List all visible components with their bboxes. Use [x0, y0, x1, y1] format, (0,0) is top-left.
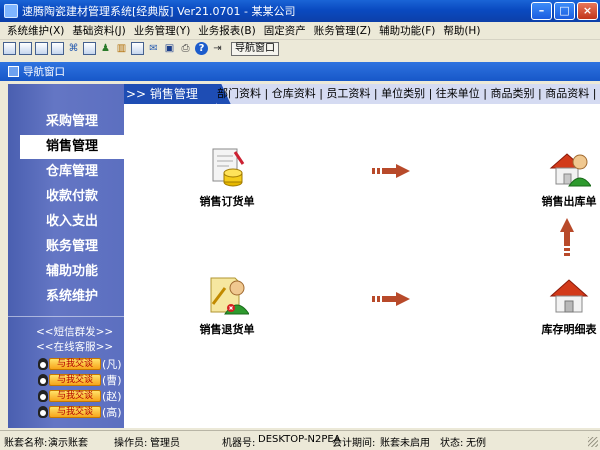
status-operator-value: 管理员	[150, 438, 180, 449]
qq-penguin-icon	[38, 390, 48, 402]
status-bar: 账套名称: 演示账套 操作员: 管理员 机器号: DESKTOP-N2PEA 会…	[0, 430, 600, 450]
sales-order-module[interactable]: 销售订货单	[182, 146, 272, 209]
chart-icon[interactable]: ▥	[115, 42, 128, 55]
sales-outbound-icon	[549, 153, 592, 187]
inventory-detail-module[interactable]: 库存明细表	[524, 274, 600, 337]
card-icon[interactable]	[131, 42, 144, 55]
qq-contact-name: (凡)	[102, 358, 122, 371]
warehouse-icon	[549, 279, 589, 313]
sidebar-item-accounts[interactable]: 账务管理	[20, 235, 124, 259]
print-icon[interactable]: ⎙	[179, 42, 192, 55]
title-bar: 速腾陶瓷建材管理系统[经典版] Ver21.0701 - 某某公司 – □ ×	[0, 0, 600, 22]
qq-contact-name: (曹)	[102, 374, 122, 387]
status-state-label: 状态:	[440, 438, 464, 449]
status-period-label: 会计期间:	[332, 438, 376, 449]
tree-icon[interactable]: ⌘	[67, 42, 80, 55]
sidebar-item-income-expense[interactable]: 收入支出	[20, 210, 124, 234]
sidebar-item-sales[interactable]: 销售管理	[20, 135, 124, 159]
menu-help[interactable]: 帮助(H)	[439, 23, 484, 38]
menu-basic-data[interactable]: 基础资料(J)	[68, 23, 129, 38]
qq-contact: 与我交谈 (高)	[38, 404, 122, 420]
qq-chat-button[interactable]: 与我交谈	[49, 358, 101, 370]
qq-chat-button[interactable]: 与我交谈	[49, 374, 101, 386]
resize-grip-icon[interactable]	[588, 437, 598, 447]
status-machine-label: 机器号:	[222, 438, 256, 449]
section-title: >> 销售管理	[124, 84, 216, 104]
qq-contact: 与我交谈 (曹)	[38, 372, 122, 388]
nav-window-titlebar: 导航窗口	[0, 62, 600, 81]
sidebar-item-auxiliary[interactable]: 辅助功能	[20, 260, 124, 284]
close-button[interactable]: ×	[577, 2, 598, 20]
qq-penguin-icon	[38, 358, 48, 370]
arrow-right-icon	[372, 292, 410, 306]
content-panel: >> 销售管理 部门资料 | 仓库资料 | 员工资料 | 单位类别 | 往来单位…	[124, 84, 600, 428]
document-icon[interactable]	[35, 42, 48, 55]
sales-order-icon	[212, 148, 245, 187]
list-icon[interactable]	[19, 42, 32, 55]
status-state-value: 无例	[466, 438, 486, 449]
qq-contact: 与我交谈 (赵)	[38, 388, 122, 404]
qq-chat-button[interactable]: 与我交谈	[49, 406, 101, 418]
sidebar-item-payments[interactable]: 收款付款	[20, 185, 124, 209]
menu-bar: 系统维护(X) 基础资料(J) 业务管理(Y) 业务报表(B) 固定资产 账务管…	[0, 22, 600, 40]
section-header: >> 销售管理 部门资料 | 仓库资料 | 员工资料 | 单位类别 | 往来单位…	[124, 84, 600, 104]
sms-link[interactable]: <<短信群发>>	[36, 324, 113, 339]
maximize-button[interactable]: □	[554, 2, 575, 20]
qq-penguin-icon	[38, 374, 48, 386]
window-icon[interactable]	[3, 42, 16, 55]
arrow-up-icon	[560, 218, 574, 256]
status-account-label: 账套名称:	[4, 438, 48, 449]
user-icon[interactable]: ♟	[99, 42, 112, 55]
minimize-button[interactable]: –	[531, 2, 552, 20]
sales-outbound-label: 销售出库单	[541, 195, 597, 208]
sidebar-divider	[8, 316, 124, 317]
status-period-value: 账套未启用	[380, 438, 430, 449]
sidebar-item-purchase[interactable]: 采购管理	[20, 110, 124, 134]
sales-return-label: 销售退货单	[199, 323, 255, 336]
qq-contact-name: (赵)	[102, 390, 122, 403]
menu-fixed-assets[interactable]: 固定资产	[260, 23, 310, 38]
qq-penguin-icon	[38, 406, 48, 418]
menu-system[interactable]: 系统维护(X)	[3, 23, 68, 38]
qq-contact: 与我交谈 (凡)	[38, 356, 122, 372]
window-title: 速腾陶瓷建材管理系统[经典版] Ver21.0701 - 某某公司	[22, 5, 296, 18]
menu-reports[interactable]: 业务报表(B)	[194, 23, 259, 38]
mail-icon[interactable]: ✉	[147, 42, 160, 55]
inventory-detail-label: 库存明细表	[541, 323, 597, 336]
customer-service-link[interactable]: <<在线客服>>	[36, 339, 113, 354]
app-icon	[4, 4, 18, 18]
nav-window-button[interactable]: 导航窗口	[231, 41, 279, 56]
exit-icon[interactable]: ⇥	[211, 42, 224, 55]
sales-order-label: 销售订货单	[199, 195, 255, 208]
report-icon[interactable]	[83, 42, 96, 55]
status-machine-value: DESKTOP-N2PEA	[258, 434, 341, 445]
menu-accounts[interactable]: 账务管理(Z)	[310, 23, 375, 38]
menu-business[interactable]: 业务管理(Y)	[130, 23, 195, 38]
help-icon[interactable]: ?	[195, 42, 208, 55]
sales-return-module[interactable]: 销售退货单	[182, 274, 272, 337]
quick-links[interactable]: 部门资料 | 仓库资料 | 员工资料 | 单位类别 | 往来单位 | 商品类别 …	[217, 84, 600, 104]
sales-outbound-module[interactable]: 销售出库单	[524, 146, 600, 209]
window-icon	[8, 66, 19, 77]
sidebar-item-system[interactable]: 系统维护	[20, 285, 124, 309]
save-icon[interactable]: ▣	[163, 42, 176, 55]
qq-contact-name: (高)	[102, 406, 122, 419]
arrow-right-icon	[372, 164, 410, 178]
form-icon[interactable]	[51, 42, 64, 55]
nav-window-title: 导航窗口	[23, 66, 65, 78]
menu-auxiliary[interactable]: 辅助功能(F)	[375, 23, 439, 38]
qq-chat-button[interactable]: 与我交谈	[49, 390, 101, 402]
sidebar: 采购管理 销售管理 仓库管理 收款付款 收入支出 账务管理 辅助功能 系统维护 …	[8, 84, 124, 428]
toolbar: ⌘ ♟ ▥ ✉ ▣ ⎙ ? ⇥ 导航窗口	[0, 40, 600, 57]
status-account-value: 演示账套	[48, 438, 88, 449]
status-operator-label: 操作员:	[114, 438, 148, 449]
sales-return-icon	[210, 277, 250, 315]
sidebar-item-warehouse[interactable]: 仓库管理	[20, 160, 124, 184]
